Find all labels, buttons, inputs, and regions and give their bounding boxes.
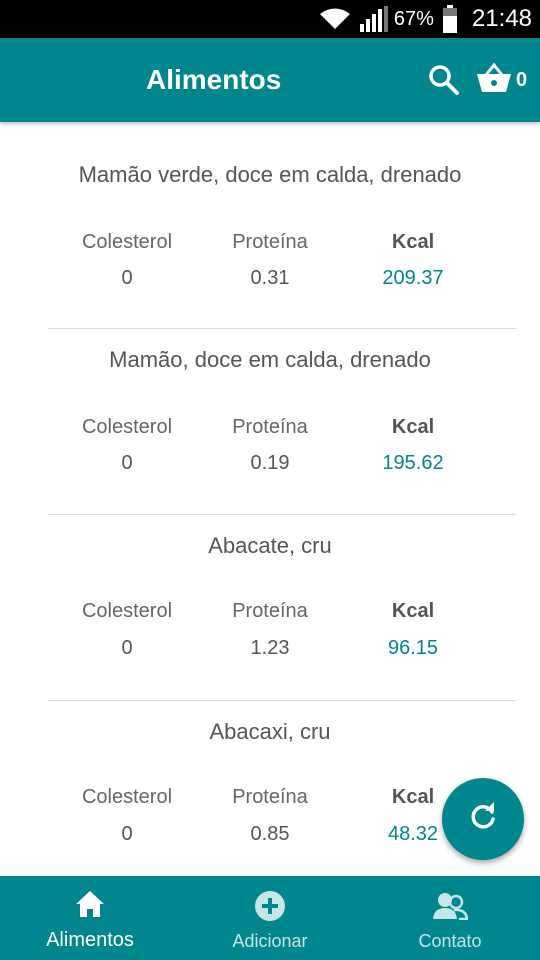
proteina-label: Proteína — [232, 786, 308, 808]
nav-label: Adicionar — [232, 931, 308, 951]
colesterol-label: Colesterol — [81, 231, 173, 253]
battery-icon — [442, 5, 458, 33]
proteina-value: 0.31 — [250, 267, 290, 289]
food-list[interactable]: Mamão verde, doce em calda, drenado Cole… — [0, 122, 540, 876]
search-button[interactable] — [428, 64, 460, 101]
nav-label: Alimentos — [46, 929, 134, 951]
proteina-label: Proteína — [232, 231, 308, 253]
food-name: Abacate, cru — [208, 533, 332, 558]
colesterol-label: Colesterol — [81, 416, 173, 438]
colesterol-value: 0 — [121, 267, 133, 289]
proteina-label: Proteína — [232, 600, 308, 622]
refresh-button[interactable] — [442, 778, 524, 860]
search-icon — [428, 65, 460, 100]
proteina-value: 0.85 — [250, 823, 290, 845]
colesterol-label: Colesterol — [81, 786, 173, 808]
cart-count-badge: 0 — [516, 69, 528, 91]
basket-icon — [476, 62, 512, 99]
nav-item-contato[interactable]: Contato — [360, 876, 540, 960]
proteina-value: 1.23 — [250, 637, 290, 659]
divider — [48, 700, 516, 701]
colesterol-label: Colesterol — [81, 600, 173, 622]
home-icon — [0, 890, 180, 918]
divider — [48, 514, 516, 515]
app-bar: Alimentos 0 — [0, 38, 540, 122]
nav-item-adicionar[interactable]: Adicionar — [180, 876, 360, 960]
cart-button[interactable]: 0 — [476, 62, 527, 99]
kcal-value: 195.62 — [382, 452, 444, 474]
wifi-icon — [318, 7, 352, 31]
clock: 21:48 — [471, 5, 532, 32]
battery-percent: 67% — [393, 7, 434, 30]
contacts-icon — [360, 890, 540, 920]
proteina-label: Proteína — [232, 416, 308, 438]
colesterol-value: 0 — [121, 823, 133, 845]
kcal-label: Kcal — [391, 416, 435, 438]
kcal-label: Kcal — [391, 231, 435, 253]
kcal-value: 209.37 — [382, 267, 444, 289]
divider — [48, 328, 516, 329]
signal-icon — [359, 6, 388, 32]
status-bar: 67% 21:48 — [0, 0, 540, 38]
nav-label: Contato — [418, 931, 482, 951]
food-name: Mamão, doce em calda, drenado — [109, 347, 431, 372]
food-name: Mamão verde, doce em calda, drenado — [78, 162, 462, 187]
add-circle-icon — [180, 890, 360, 922]
refresh-icon — [468, 801, 498, 837]
bottom-nav: Alimentos Adicionar Contato — [0, 876, 540, 960]
kcal-label: Kcal — [391, 600, 435, 622]
page-title: Alimentos — [146, 64, 282, 95]
colesterol-value: 0 — [121, 452, 133, 474]
proteina-value: 0.19 — [250, 452, 290, 474]
colesterol-value: 0 — [121, 637, 133, 659]
kcal-value: 96.15 — [387, 637, 439, 659]
nav-item-alimentos[interactable]: Alimentos — [0, 876, 180, 960]
food-name: Abacaxi, cru — [209, 719, 331, 744]
